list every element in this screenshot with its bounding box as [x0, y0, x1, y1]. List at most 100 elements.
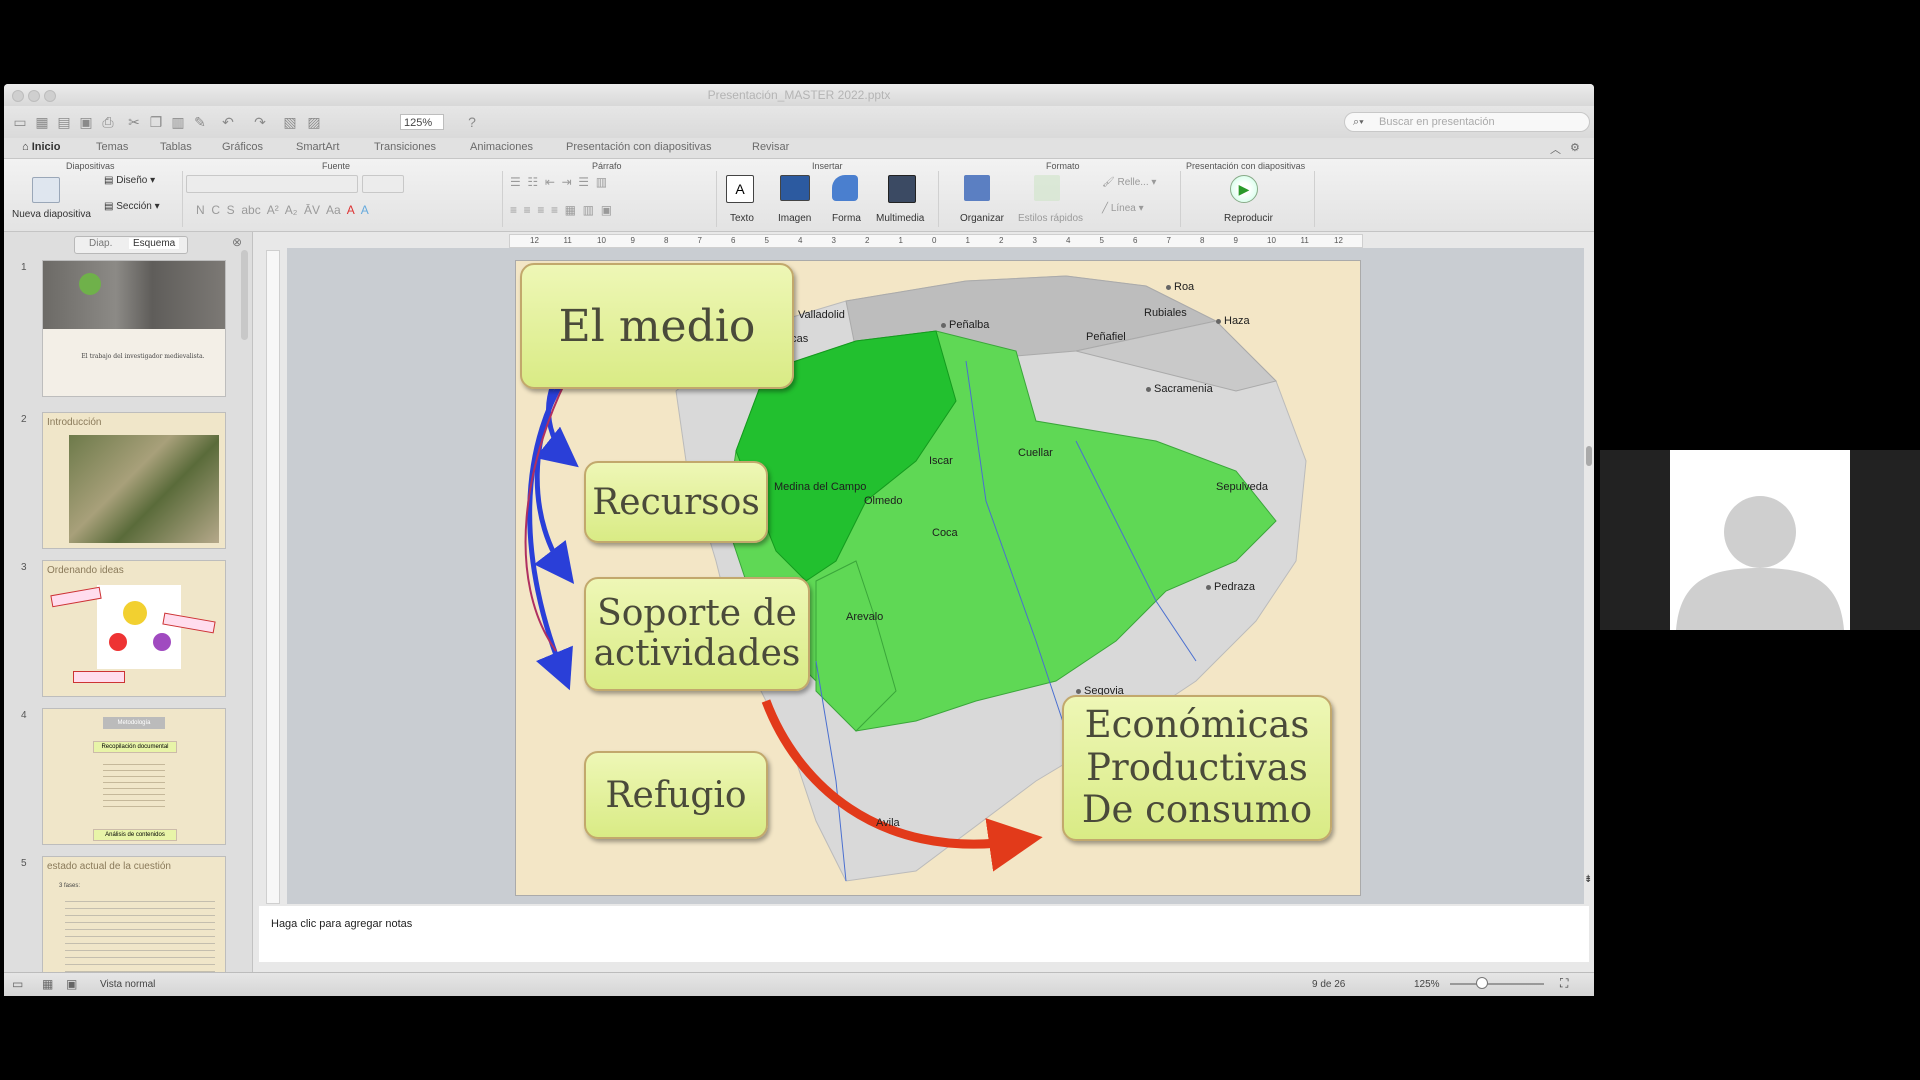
- map-label-text: Avila: [876, 817, 900, 829]
- slide-thumbnail-1[interactable]: El trabajo del investigador medievalista…: [42, 260, 226, 397]
- gallery-icon[interactable]: ▨: [306, 114, 322, 130]
- textbox-icon[interactable]: A: [726, 175, 754, 203]
- shape-icon[interactable]: [832, 175, 858, 201]
- image-icon[interactable]: [780, 175, 810, 201]
- font-size-field[interactable]: [362, 175, 404, 193]
- normal-view-icon[interactable]: ▭: [12, 977, 23, 991]
- align-icons[interactable]: ≡ ≡ ≡ ≡ ▦ ▥ ▣: [510, 203, 612, 217]
- zoom-slider[interactable]: [1450, 983, 1544, 985]
- quick-styles-icon[interactable]: [1034, 175, 1060, 201]
- fit-to-window-icon[interactable]: ⛶: [1560, 976, 1568, 991]
- zoom-slider-thumb[interactable]: [1476, 977, 1488, 989]
- ruler-tick: 9: [630, 236, 635, 245]
- close-sidebar-icon[interactable]: ⊗: [232, 235, 242, 249]
- undo-icon[interactable]: ↶: [220, 114, 236, 130]
- tab-tablas[interactable]: Tablas: [160, 141, 192, 153]
- map-label: Peñalba: [941, 319, 989, 331]
- status-bar: ▭ ▦ ▣ Vista normal 9 de 26 125% ⛶: [4, 972, 1594, 996]
- slide-thumbnail-2[interactable]: Introducción: [42, 412, 226, 549]
- slide-thumbnail-3[interactable]: Ordenando ideas: [42, 560, 226, 697]
- font-name-field[interactable]: [186, 175, 358, 193]
- tab-animaciones[interactable]: Animaciones: [470, 141, 533, 153]
- notes-pane[interactable]: Haga clic para agregar notas: [259, 906, 1589, 962]
- map-label-text: Cuellar: [1018, 447, 1053, 459]
- map-label: Arevalo: [846, 611, 883, 623]
- cut-icon[interactable]: ✂: [126, 114, 142, 130]
- arrange-icon[interactable]: [964, 175, 990, 201]
- fill-button[interactable]: 🖌 Relle... ▾: [1102, 177, 1156, 188]
- collapse-ribbon-icon[interactable]: ︿: [1550, 141, 1561, 157]
- map-label-text: Arevalo: [846, 611, 884, 623]
- layout-button[interactable]: ▤ Diseño ▾: [104, 175, 155, 186]
- font-style-icons[interactable]: N C S abc A² A₂ ĀV Aa A A: [196, 203, 369, 217]
- ruler-tick: 10: [1267, 236, 1276, 245]
- tab-revisar[interactable]: Revisar: [752, 141, 789, 153]
- insert-multimedia-button[interactable]: Multimedia: [876, 213, 924, 224]
- ribbon-settings-icon[interactable]: ⚙: [1570, 141, 1580, 154]
- tab-presentacion[interactable]: Presentación con diapositivas: [566, 141, 712, 153]
- box-recursos[interactable]: Recursos: [584, 461, 768, 543]
- map-label-text: Sacramenia: [1154, 383, 1213, 395]
- format-painter-icon[interactable]: ✎: [192, 114, 208, 130]
- insert-shape-button[interactable]: Forma: [832, 213, 861, 224]
- play-icon[interactable]: ▶: [1230, 175, 1258, 203]
- multimedia-icon[interactable]: [888, 175, 916, 203]
- open-icon[interactable]: ▤: [56, 114, 72, 130]
- search-input[interactable]: ⌕▾ Buscar en presentación: [1344, 112, 1590, 132]
- new-icon[interactable]: ▭: [12, 114, 28, 130]
- slide-sorter-icon[interactable]: ▦: [42, 977, 53, 991]
- next-slide-icon[interactable]: ⇟: [1584, 874, 1592, 885]
- search-placeholder: Buscar en presentación: [1379, 116, 1495, 128]
- box-soporte-actividades[interactable]: Soporte de actividades: [584, 577, 810, 691]
- box-economicas[interactable]: Económicas Productivas De consumo: [1062, 695, 1332, 841]
- ruler-tick: 9: [1233, 236, 1238, 245]
- sidebar-view-toggle: Diap. Esquema: [74, 236, 188, 254]
- tab-smartart[interactable]: SmartArt: [296, 141, 339, 153]
- ruler-tick: 4: [798, 236, 803, 245]
- save-icon[interactable]: ▣: [78, 114, 94, 130]
- tab-esquema[interactable]: Esquema: [129, 238, 180, 249]
- help-icon[interactable]: ?: [464, 114, 480, 130]
- play-button[interactable]: Reproducir: [1224, 213, 1273, 224]
- canvas-scrollbar[interactable]: [1586, 446, 1592, 466]
- tab-graficos[interactable]: Gráficos: [222, 141, 263, 153]
- map-label: Coca: [932, 527, 958, 539]
- map-label-text: Olmedo: [864, 495, 903, 507]
- slide-4-item: Recopilación documental: [93, 741, 177, 753]
- copy-icon[interactable]: ❐: [148, 114, 164, 130]
- tab-inicio[interactable]: ⌂ Inicio: [22, 141, 60, 153]
- list-icons[interactable]: ☰ ☷ ⇤ ⇥ ☰ ▥: [510, 175, 607, 189]
- box-el-medio[interactable]: El medio: [520, 263, 794, 389]
- map-label-text: Iscar: [929, 455, 953, 467]
- new-slide-icon[interactable]: [32, 177, 60, 203]
- slide-thumbnail-4[interactable]: Metodología Recopilación documental Anál…: [42, 708, 226, 845]
- redo-icon[interactable]: ↷: [252, 114, 268, 130]
- tab-temas[interactable]: Temas: [96, 141, 128, 153]
- map-label-text: Rubiales: [1144, 307, 1187, 319]
- tab-transiciones[interactable]: Transiciones: [374, 141, 436, 153]
- slide-number: 4: [21, 710, 27, 721]
- ribbon-tabs: ⌂ Inicio Temas Tablas Gráficos SmartArt …: [4, 138, 1594, 159]
- quick-styles-button[interactable]: Estilos rápidos: [1018, 213, 1083, 224]
- zoom-select[interactable]: 125%: [400, 114, 444, 130]
- print-icon[interactable]: ⎙: [100, 114, 116, 130]
- arrange-button[interactable]: Organizar: [960, 213, 1004, 224]
- slideshow-view-icon[interactable]: ▣: [66, 977, 77, 991]
- tab-diapositivas[interactable]: Diap.: [89, 238, 112, 249]
- map-label-text: Valladolid: [798, 309, 845, 321]
- box-refugio[interactable]: Refugio: [584, 751, 768, 839]
- group-insertar: Insertar: [812, 161, 843, 171]
- insert-text-button[interactable]: Texto: [730, 213, 754, 224]
- insert-image-button[interactable]: Imagen: [778, 213, 811, 224]
- search-icon: ⌕▾: [1353, 116, 1364, 128]
- group-diapositivas: Diapositivas: [66, 161, 115, 171]
- sidebar-toggle-icon[interactable]: ▧: [282, 114, 298, 130]
- line-button[interactable]: ╱ Línea ▾: [1102, 203, 1144, 214]
- sidebar-scrollbar[interactable]: [241, 250, 248, 340]
- paste-icon[interactable]: ▥: [170, 114, 186, 130]
- template-icon[interactable]: ▦: [34, 114, 50, 130]
- new-slide-button[interactable]: Nueva diapositiva: [12, 209, 91, 220]
- map-label: Medina del Campo: [774, 481, 866, 493]
- current-slide[interactable]: Roa Valladolid Peñalba Rubiales Haza Sim…: [515, 260, 1361, 896]
- section-button[interactable]: ▤ Sección ▾: [104, 201, 160, 212]
